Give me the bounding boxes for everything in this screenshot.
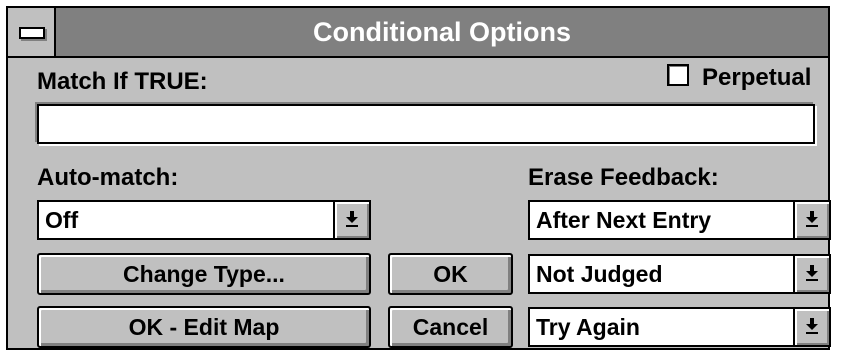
judging-value: Not Judged [536, 261, 663, 287]
erase-feedback-value: After Next Entry [536, 207, 712, 233]
ok-button[interactable]: OK [388, 253, 513, 295]
erase-feedback-dropdown-button[interactable] [793, 202, 829, 238]
auto-match-label: Auto-match: [37, 164, 179, 191]
dropdown-arrow-icon [806, 318, 818, 334]
erase-feedback-dropdown[interactable]: After Next Entry [528, 200, 831, 240]
perpetual-label[interactable]: Perpetual [702, 64, 811, 92]
dropdown-arrow-icon [806, 211, 818, 227]
auto-match-dropdown-button[interactable] [333, 202, 369, 238]
dropdown-arrow-icon [806, 265, 818, 281]
retry-dropdown[interactable]: Try Again [528, 307, 831, 347]
perpetual-checkbox[interactable] [667, 64, 689, 86]
judging-dropdown[interactable]: Not Judged [528, 254, 831, 294]
title-bar[interactable]: Conditional Options [8, 8, 828, 58]
match-if-true-input[interactable] [37, 104, 815, 144]
conditional-options-dialog: Conditional Options Match If TRUE: Perpe… [6, 6, 831, 350]
dropdown-arrow-icon [346, 211, 358, 227]
match-if-true-label: Match If TRUE: [37, 68, 208, 95]
cancel-button[interactable]: Cancel [388, 306, 513, 348]
auto-match-value: Off [45, 207, 79, 233]
erase-feedback-label: Erase Feedback: [528, 164, 719, 191]
system-menu-button[interactable] [8, 8, 56, 56]
system-menu-icon [19, 27, 45, 39]
change-type-button[interactable]: Change Type... [37, 253, 371, 295]
dialog-title: Conditional Options [313, 17, 571, 47]
retry-dropdown-button[interactable] [793, 309, 829, 345]
judging-dropdown-button[interactable] [793, 256, 829, 292]
ok-edit-map-button[interactable]: OK - Edit Map [37, 306, 371, 348]
retry-value: Try Again [536, 314, 640, 340]
auto-match-dropdown[interactable]: Off [37, 200, 371, 240]
